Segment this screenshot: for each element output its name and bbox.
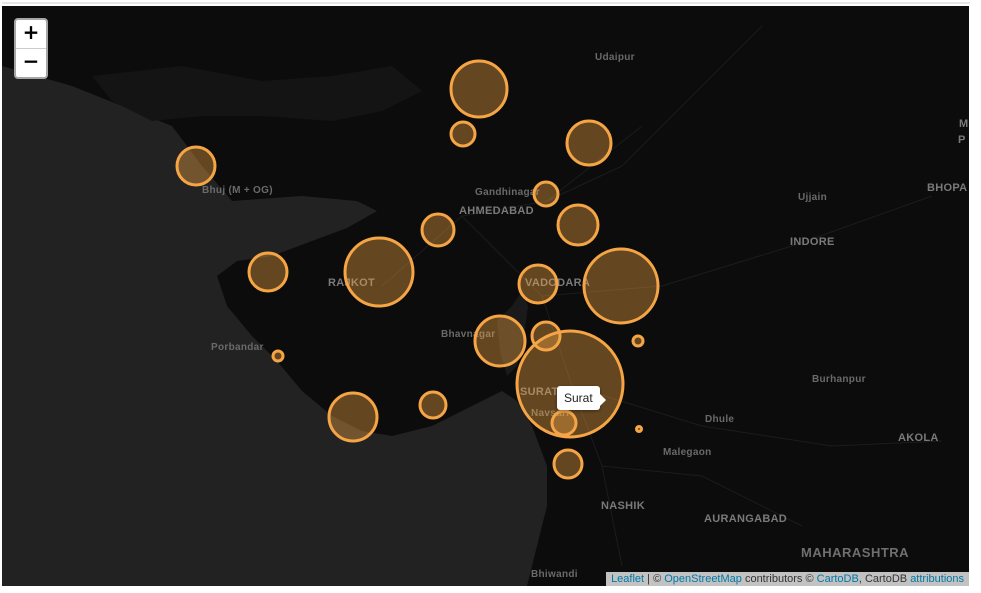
top-border: [2, 2, 970, 4]
place-label-bhopal: BHOPA: [927, 182, 968, 194]
marker-circle[interactable]: [420, 212, 456, 248]
place-label-maharashtra: MAHARASHTRA: [801, 545, 910, 560]
marker-circle[interactable]: [552, 448, 584, 480]
marker-circle[interactable]: [449, 59, 509, 119]
attribution-separator: | ©: [644, 573, 665, 585]
place-label-ujjain: Ujjain: [798, 192, 828, 203]
marker-circle[interactable]: [418, 390, 448, 420]
place-label-gandhinagar: Gandhinagar: [475, 187, 540, 198]
place-label-m-edge: M: [959, 118, 969, 130]
marker-circle[interactable]: [327, 391, 379, 443]
attributions-link[interactable]: attributions: [910, 573, 964, 585]
marker-circle[interactable]: [532, 180, 560, 208]
place-label-burhanpur: Burhanpur: [812, 374, 866, 385]
marker-tooltip: Surat: [557, 386, 606, 410]
marker-circle[interactable]: [271, 349, 285, 363]
zoom-control: + −: [14, 18, 48, 79]
map-container[interactable]: Udaipur Bhuj (M + OG) Gandhinagar AHMEDA…: [2, 6, 969, 586]
marker-circle[interactable]: [473, 314, 527, 368]
place-label-bhuj: Bhuj (M + OG): [202, 185, 273, 196]
place-label-porbandar: Porbandar: [211, 342, 264, 353]
attribution-contributors: contributors ©: [741, 573, 817, 585]
marker-circle[interactable]: [247, 251, 289, 293]
rann-of-kutch: [92, 66, 422, 121]
marker-circle[interactable]: [449, 120, 477, 148]
place-label-udaipur: Udaipur: [595, 52, 635, 63]
zoom-out-button[interactable]: −: [16, 48, 46, 77]
place-label-bhiwandi: Bhiwandi: [531, 569, 578, 580]
place-label-malegaon: Malegaon: [663, 447, 712, 458]
marker-circle[interactable]: [565, 119, 613, 167]
place-label-aurangabad: AURANGABAD: [704, 513, 788, 525]
marker-circle[interactable]: [582, 247, 660, 325]
openstreetmap-link[interactable]: OpenStreetMap: [664, 573, 742, 585]
place-label-indore: INDORE: [790, 236, 835, 248]
marker-circle[interactable]: [635, 425, 643, 433]
place-label-dhule: Dhule: [705, 414, 735, 425]
marker-circle[interactable]: [175, 145, 217, 187]
cartodb-link[interactable]: CartoDB: [817, 573, 859, 585]
marker-circle[interactable]: [550, 409, 578, 437]
attribution-separator-2: , CartoDB: [858, 573, 911, 585]
place-label-p-edge: P: [958, 134, 966, 146]
marker-circle[interactable]: [517, 263, 559, 305]
zoom-in-button[interactable]: +: [16, 20, 46, 48]
attribution-bar: Leaflet | © OpenStreetMap contributors ©…: [606, 572, 969, 586]
marker-circle[interactable]: [556, 203, 600, 247]
leaflet-link[interactable]: Leaflet: [611, 573, 644, 585]
marker-circle[interactable]: [631, 334, 645, 348]
marker-circle[interactable]: [343, 236, 415, 308]
place-label-akola: AKOLA: [898, 432, 939, 444]
place-label-ahmedabad: AHMEDABAD: [459, 205, 534, 217]
place-label-nashik: NASHIK: [601, 500, 645, 512]
